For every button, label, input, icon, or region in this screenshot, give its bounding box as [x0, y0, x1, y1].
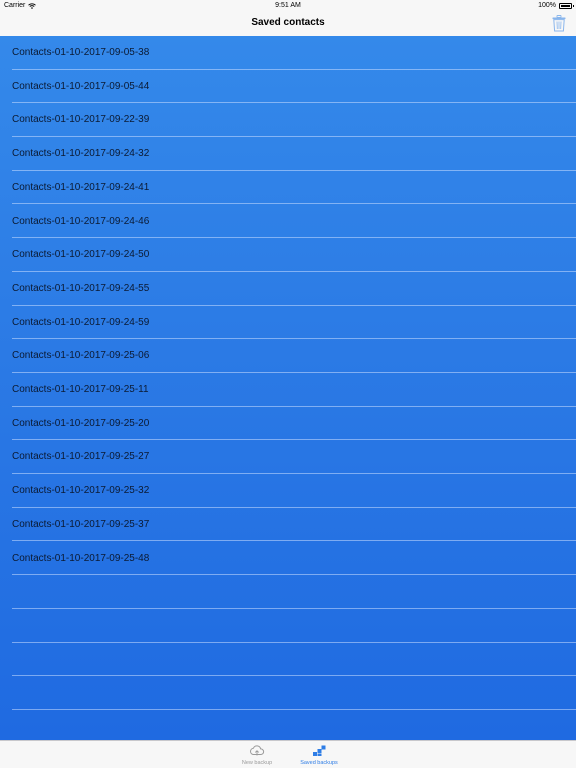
page-title: Saved contacts — [251, 17, 325, 28]
list-item — [0, 710, 576, 744]
list-item[interactable]: Contacts-01-10-2017-09-25-32 — [0, 474, 576, 508]
screen: Carrier 9:51 AM 100% Saved contacts Cont… — [0, 0, 576, 768]
list-item-label: Contacts-01-10-2017-09-25-20 — [12, 417, 150, 429]
list-item-label: Contacts-01-10-2017-09-05-44 — [12, 80, 150, 92]
battery-percent: 100% — [538, 2, 556, 9]
list-item[interactable]: Contacts-01-10-2017-09-24-32 — [0, 137, 576, 171]
list-item[interactable]: Contacts-01-10-2017-09-25-11 — [0, 373, 576, 407]
tab-new-backup[interactable]: New backup — [227, 741, 287, 768]
list-item[interactable]: Contacts-01-10-2017-09-24-46 — [0, 205, 576, 239]
battery-icon — [559, 2, 574, 9]
backup-list: Contacts-01-10-2017-09-05-38 Contacts-01-… — [0, 36, 576, 744]
list-item-label: Contacts-01-10-2017-09-25-37 — [12, 518, 150, 530]
list-item-label: Contacts-01-10-2017-09-24-59 — [12, 316, 150, 328]
tab-saved-backups-label: Saved backups — [300, 760, 338, 766]
list-item-label: Contacts-01-10-2017-09-24-46 — [12, 215, 150, 227]
list-item[interactable]: Contacts-01-10-2017-09-05-38 — [0, 36, 576, 70]
tab-new-backup-label: New backup — [241, 760, 273, 766]
list-item-label: Contacts-01-10-2017-09-05-38 — [12, 47, 150, 58]
trash-icon — [552, 15, 566, 32]
list-item[interactable]: Contacts-01-10-2017-09-24-59 — [0, 306, 576, 340]
list-item-label: Contacts-01-10-2017-09-24-32 — [12, 148, 150, 160]
list-item-label: Contacts-01-10-2017-09-25-11 — [12, 384, 149, 395]
list-item — [0, 676, 576, 710]
list-item-label: Contacts-01-10-2017-09-24-50 — [12, 249, 150, 261]
battery-group: 100% — [538, 2, 574, 9]
list-item-label: Contacts-01-10-2017-09-25-48 — [12, 552, 150, 564]
list-item[interactable]: Contacts-01-10-2017-09-25-06 — [0, 339, 576, 373]
list-item[interactable]: Contacts-01-10-2017-09-25-37 — [0, 508, 576, 542]
nav-bar: Saved contacts — [0, 12, 576, 36]
list-item — [0, 575, 576, 609]
list-item[interactable]: Contacts-01-10-2017-09-25-20 — [0, 407, 576, 441]
list-item-label: Contacts-01-10-2017-09-24-41 — [12, 181, 150, 193]
list-item-label: Contacts-01-10-2017-09-25-27 — [12, 451, 150, 463]
list-item[interactable]: Contacts-01-10-2017-09-24-50 — [0, 238, 576, 272]
list-item[interactable]: Contacts-01-10-2017-09-24-41 — [0, 171, 576, 205]
list-item-label: Contacts-01-10-2017-09-25-06 — [12, 350, 150, 362]
list-item[interactable]: Contacts-01-10-2017-09-25-27 — [0, 440, 576, 475]
delete-button[interactable] — [552, 15, 566, 32]
list-item — [0, 643, 576, 677]
list-item — [0, 609, 576, 643]
stack-icon — [313, 745, 326, 756]
status-time: 9:51 AM — [275, 2, 301, 9]
list-item[interactable]: Contacts-01-10-2017-09-22-39 — [0, 103, 576, 138]
list-item-label: Contacts-01-10-2017-09-24-55 — [12, 282, 150, 294]
list-item-label: Contacts-01-10-2017-09-22-39 — [12, 114, 150, 126]
cloud-icon — [250, 745, 265, 756]
list-item-label: Contacts-01-10-2017-09-25-32 — [12, 485, 150, 497]
tab-saved-backups[interactable]: Saved backups — [289, 741, 349, 768]
list-item[interactable]: Contacts-01-10-2017-09-05-44 — [0, 70, 576, 104]
tab-bar: New backup Saved backups — [0, 740, 576, 768]
list-item[interactable]: Contacts-01-10-2017-09-25-48 — [0, 542, 576, 576]
status-bar: Carrier 9:51 AM 100% — [0, 0, 576, 12]
list-item[interactable]: Contacts-01-10-2017-09-24-55 — [0, 272, 576, 306]
